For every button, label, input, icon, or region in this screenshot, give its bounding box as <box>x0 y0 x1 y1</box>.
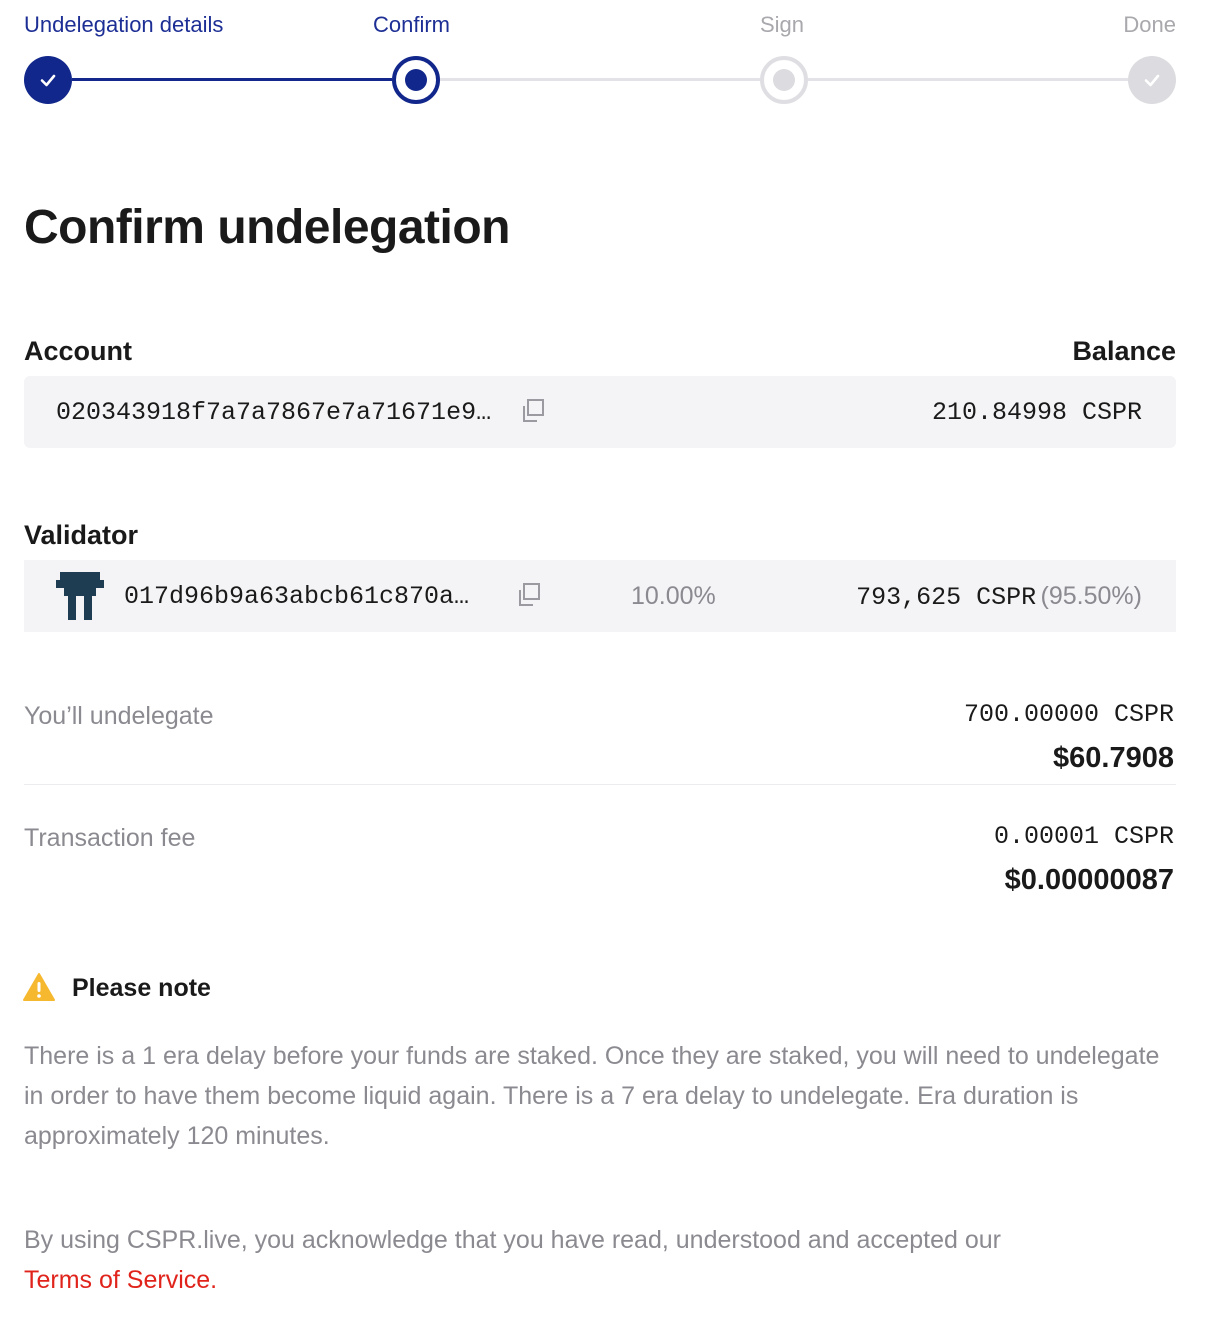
check-icon <box>1144 74 1160 87</box>
step-connector-1 <box>72 78 392 81</box>
validator-fee: 10.00% <box>631 582 716 610</box>
undelegate-label: You’ll undelegate <box>24 702 214 730</box>
account-balance: 210.84998 CSPR <box>931 398 1142 427</box>
note-text: There is a 1 era delay before your funds… <box>24 1042 1160 1150</box>
validator-row[interactable]: 017d96b9a63abcb61c870a… 10.00% 793,625 C… <box>24 560 1176 632</box>
balance-label: Balance <box>1072 336 1176 366</box>
step-dot-pending <box>760 56 808 104</box>
account-key[interactable]: 020343918f7a7a7867e7a71671e9… <box>56 398 491 427</box>
step-label-sign: Sign <box>760 12 805 37</box>
check-icon <box>40 74 56 87</box>
terms-link[interactable]: Terms of Service. <box>24 1260 1174 1300</box>
warning-icon <box>23 973 55 1001</box>
step-label-confirm: Confirm <box>373 12 451 37</box>
divider <box>24 784 1176 785</box>
copy-icon[interactable] <box>520 398 546 424</box>
validator-label: Validator <box>24 520 139 550</box>
account-label: Account <box>24 336 132 366</box>
undelegate-fiat: $60.7908 <box>1053 742 1174 774</box>
step-label-done: Done <box>1123 12 1176 37</box>
stepper: Undelegation details Confirm Sign Done <box>24 0 1176 110</box>
fee-amount: 0.00001 CSPR <box>993 822 1174 851</box>
fee-label: Transaction fee <box>24 824 196 852</box>
step-dot-completed[interactable] <box>24 56 72 104</box>
undelegate-amount: 700.00000 CSPR <box>963 700 1174 729</box>
legal-notice: By using CSPR.live, you acknowledge that… <box>24 1220 1174 1300</box>
copy-icon[interactable] <box>516 582 542 608</box>
step-connector-2 <box>440 78 760 81</box>
account-panel: 020343918f7a7a7867e7a71671e9… 210.84998 … <box>24 376 1176 448</box>
step-label-details[interactable]: Undelegation details <box>24 12 223 38</box>
validator-stake: 793,625 CSPR <box>856 583 1037 612</box>
legal-text: By using CSPR.live, you acknowledge that… <box>24 1226 1002 1254</box>
validator-stake-share: (95.50%) <box>1040 582 1142 610</box>
validator-avatar <box>56 572 104 620</box>
validator-stake-group: 793,625 CSPR (95.50%) <box>856 582 1142 612</box>
page-title: Confirm undelegation <box>24 201 510 254</box>
validator-key[interactable]: 017d96b9a63abcb61c870a… <box>124 582 469 611</box>
step-connector-3 <box>808 78 1128 81</box>
step-dot-future <box>1128 56 1176 104</box>
step-dot-current <box>392 56 440 104</box>
fee-fiat: $0.00000087 <box>1004 864 1174 896</box>
note-title: Please note <box>72 974 211 1002</box>
